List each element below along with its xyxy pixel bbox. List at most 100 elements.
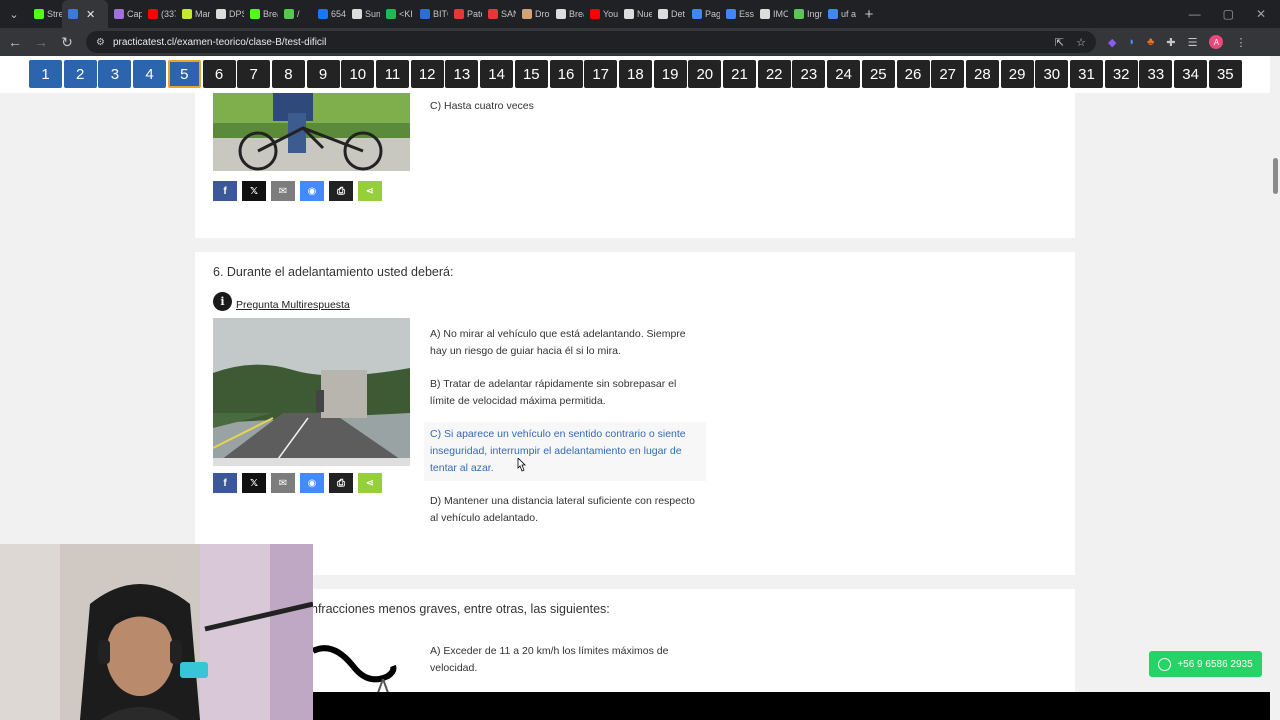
browser-tab[interactable]: Det	[652, 0, 686, 28]
browser-tab[interactable]: Capt	[108, 0, 142, 28]
question-number-button[interactable]: 1	[29, 60, 62, 88]
browser-tab[interactable]: BITC	[414, 0, 448, 28]
print-share-button[interactable]: ⎙	[329, 473, 353, 493]
email-share-button[interactable]: ✉	[271, 181, 295, 201]
browser-tab[interactable]: Sum	[346, 0, 380, 28]
twitter-share-button[interactable]: 𝕏	[242, 473, 266, 493]
site-info-icon[interactable]: ⚙	[96, 37, 105, 48]
question-number-button[interactable]: 27	[931, 60, 965, 88]
question-number-button[interactable]: 11	[376, 60, 409, 88]
browser-tab[interactable]: ✕	[62, 0, 108, 28]
question-number-button[interactable]: 5	[167, 60, 201, 88]
question-number-button[interactable]: 13	[445, 60, 479, 88]
messenger-share-button[interactable]: ◉	[300, 181, 324, 201]
reload-button[interactable]: ↻	[56, 31, 78, 53]
question-7-option-a[interactable]: A) Exceder de 11 a 20 km/h los límites m…	[424, 639, 704, 681]
question-number-button[interactable]: 30	[1035, 60, 1069, 88]
question-number-button[interactable]: 15	[514, 60, 548, 88]
scrollbar-thumb[interactable]	[1273, 158, 1278, 194]
question-number-button[interactable]: 23	[792, 60, 826, 88]
question-6-option-c[interactable]: C) Si aparece un vehículo en sentido con…	[424, 422, 706, 481]
browser-tab[interactable]: Mar	[176, 0, 210, 28]
question-number-button[interactable]: 29	[1000, 60, 1034, 88]
browser-tab[interactable]: <KI	[380, 0, 414, 28]
maximize-icon[interactable]: ▢	[1223, 7, 1234, 21]
question-number-button[interactable]: 31	[1070, 60, 1103, 88]
question-number-button[interactable]: 32	[1104, 60, 1138, 88]
question-number-button[interactable]: 19	[653, 60, 687, 88]
tab-search-chevron-icon[interactable]: ⌄	[0, 0, 28, 28]
question-number-button[interactable]: 2	[63, 60, 97, 88]
question-number-button[interactable]: 28	[965, 60, 999, 88]
browser-tab[interactable]: Brea	[244, 0, 278, 28]
close-window-icon[interactable]: ✕	[1256, 7, 1266, 21]
facebook-share-button[interactable]: f	[213, 181, 237, 201]
browser-tab[interactable]: (337	[142, 0, 176, 28]
share-share-button[interactable]: ⋖	[358, 473, 382, 493]
question-number-button[interactable]: 33	[1139, 60, 1173, 88]
facebook-share-button[interactable]: f	[213, 473, 237, 493]
extension-icon[interactable]: ◗	[1128, 36, 1135, 48]
question-number-button[interactable]: 7	[237, 60, 271, 88]
browser-tab[interactable]: DPS	[210, 0, 244, 28]
new-tab-button[interactable]: +	[856, 6, 882, 23]
browser-tab[interactable]: Pag	[686, 0, 720, 28]
share-share-button[interactable]: ⋖	[358, 181, 382, 201]
question-6-option-a[interactable]: A) No mirar al vehículo que está adelant…	[424, 322, 704, 364]
question-number-button[interactable]: 21	[723, 60, 756, 88]
forward-button[interactable]: →	[30, 31, 52, 53]
minimize-icon[interactable]: —	[1189, 7, 1201, 21]
question-number-button[interactable]: 26	[896, 60, 930, 88]
question-number-button[interactable]: 8	[271, 60, 305, 88]
page-scrollbar[interactable]	[1270, 56, 1280, 720]
browser-tab[interactable]: uf a	[822, 0, 856, 28]
install-app-icon[interactable]: ⇱	[1055, 36, 1064, 49]
browser-tab[interactable]: IMC	[754, 0, 788, 28]
question-6-option-b[interactable]: B) Tratar de adelantar rápidamente sin s…	[424, 372, 704, 414]
question-number-button[interactable]: 17	[584, 60, 618, 88]
question-number-button[interactable]: 18	[618, 60, 652, 88]
question-number-button[interactable]: 6	[202, 60, 236, 88]
address-bar[interactable]: ⚙ practicatest.cl/examen-teorico/clase-B…	[86, 31, 1096, 53]
question-number-button[interactable]: 14	[480, 60, 514, 88]
email-share-button[interactable]: ✉	[271, 473, 295, 493]
print-share-button[interactable]: ⎙	[329, 181, 353, 201]
multi-answer-link[interactable]: Pregunta Multirespuesta	[236, 299, 350, 311]
question-number-button[interactable]: 4	[133, 60, 167, 88]
browser-tab[interactable]: SAN	[482, 0, 516, 28]
question-5-option-c[interactable]: C) Hasta cuatro veces	[424, 94, 704, 119]
question-number-button[interactable]: 9	[306, 60, 340, 88]
question-number-button[interactable]: 34	[1174, 60, 1208, 88]
question-number-button[interactable]: 22	[757, 60, 791, 88]
question-number-button[interactable]: 16	[549, 60, 583, 88]
browser-tab[interactable]: You	[584, 0, 618, 28]
browser-tab[interactable]: Nue	[618, 0, 652, 28]
question-number-button[interactable]: 25	[861, 60, 895, 88]
browser-tab[interactable]: Ingr	[788, 0, 822, 28]
extensions-puzzle-icon[interactable]: ✚	[1166, 36, 1175, 49]
extension-icon[interactable]: ♣	[1147, 36, 1154, 48]
question-number-button[interactable]: 12	[410, 60, 444, 88]
browser-tab[interactable]: Brea	[550, 0, 584, 28]
browser-tab[interactable]: Pato	[448, 0, 482, 28]
browser-tab[interactable]: Stre	[28, 0, 62, 28]
extension-icon[interactable]: ◆	[1108, 36, 1116, 49]
tab-close-icon[interactable]: ✕	[86, 8, 95, 21]
browser-tab[interactable]: Essl	[720, 0, 754, 28]
messenger-share-button[interactable]: ◉	[300, 473, 324, 493]
browser-tab[interactable]: /	[278, 0, 312, 28]
menu-kebab-icon[interactable]: ⋮	[1235, 36, 1246, 49]
twitter-share-button[interactable]: 𝕏	[242, 181, 266, 201]
profile-avatar[interactable]: A	[1209, 35, 1224, 49]
question-number-button[interactable]: 3	[98, 60, 132, 88]
back-button[interactable]: ←	[4, 31, 26, 53]
reading-list-icon[interactable]: ☰	[1188, 36, 1198, 49]
question-number-button[interactable]: 10	[341, 60, 375, 88]
question-number-button[interactable]: 24	[827, 60, 861, 88]
browser-tab[interactable]: Drop	[516, 0, 550, 28]
browser-tab[interactable]: 654	[312, 0, 346, 28]
question-number-button[interactable]: 35	[1208, 60, 1242, 88]
bookmark-star-icon[interactable]: ☆	[1076, 36, 1086, 49]
question-6-option-d[interactable]: D) Mantener una distancia lateral sufici…	[424, 489, 704, 531]
question-number-button[interactable]: 20	[688, 60, 722, 88]
